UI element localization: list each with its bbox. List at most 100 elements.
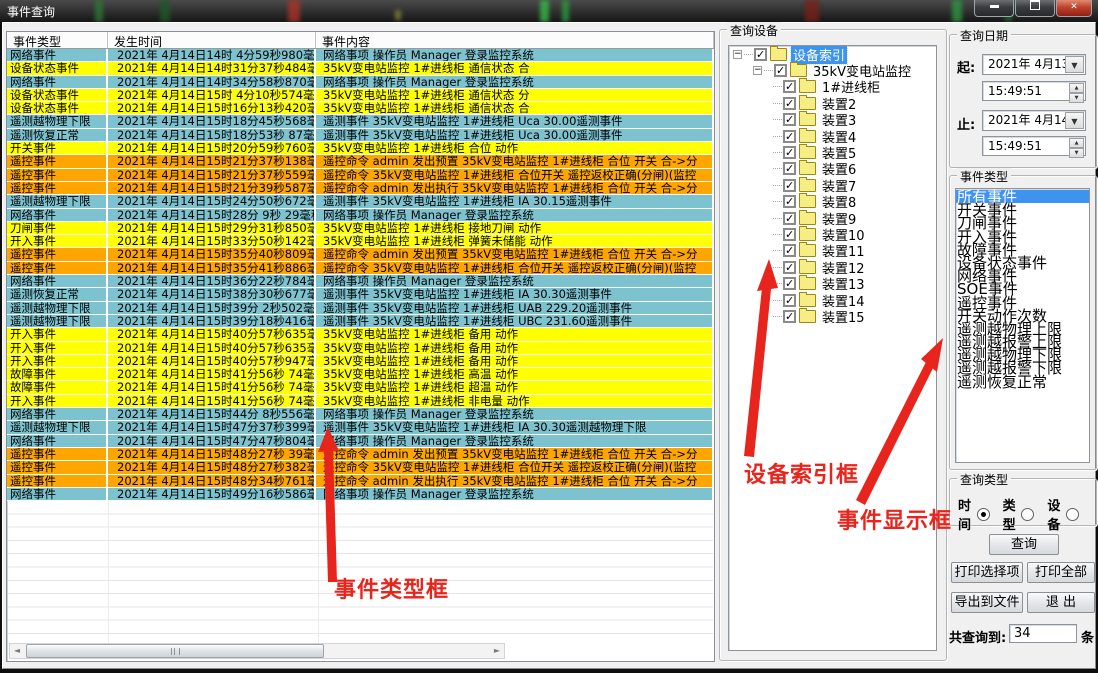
radio-circle-icon[interactable] — [977, 508, 990, 521]
tree-item[interactable]: ✓ 装置5 — [729, 144, 936, 160]
table-row[interactable]: 开入事件 2021年 4月14日15时40分57秒947毫秒 35kV变电站监控… — [7, 355, 714, 368]
dropdown-arrow-icon[interactable]: ▼ — [1065, 56, 1084, 73]
table-row[interactable]: 开入事件 2021年 4月14日15时41分56秒 74毫秒 35kV变电站监控… — [7, 395, 714, 408]
table-row[interactable]: 遥控事件 2021年 4月14日15时48分34秒761毫秒 遥控命令 admi… — [7, 475, 714, 488]
table-row[interactable]: 遥控事件 2021年 4月14日15时35分41秒886毫秒 遥控命令 35kV… — [7, 262, 714, 275]
tree-item[interactable]: − ✓ 35kV变电站监控 — [729, 62, 936, 78]
start-time-spinner[interactable]: 15:49:51 ▲▼ — [982, 81, 1086, 101]
end-time-spinner[interactable]: 15:49:51 ▲▼ — [982, 136, 1086, 156]
tree-item[interactable]: ✓ 装置15 — [729, 308, 936, 324]
table-row[interactable]: 网络事件 2021年 4月14日14时 4分59秒980毫秒 网络事项 操作员 … — [7, 49, 714, 62]
tree-item[interactable]: ✓ 装置11 — [729, 243, 936, 259]
table-row[interactable]: 网络事件 2021年 4月14日15时28分 9秒 29毫秒 网络事项 操作员 … — [7, 209, 714, 222]
table-row[interactable]: 网络事件 2021年 4月14日15时36分22秒784毫秒 网络事项 操作员 … — [7, 275, 714, 288]
table-row[interactable]: 网络事件 2021年 4月14日14时34分58秒870毫秒 网络事项 操作员 … — [7, 76, 714, 89]
tree-item[interactable]: ✓ 装置10 — [729, 226, 936, 242]
query-button[interactable]: 查询 — [989, 534, 1059, 555]
checkbox-checked-icon[interactable]: ✓ — [783, 310, 796, 323]
export-file-button[interactable]: 导出到文件 — [951, 592, 1023, 613]
table-row[interactable]: 刀闸事件 2021年 4月14日15时29分31秒850毫秒 35kV变电站监控… — [7, 222, 714, 235]
print-selected-button[interactable]: 打印选择项 — [951, 562, 1023, 583]
checkbox-checked-icon[interactable]: ✓ — [783, 294, 796, 307]
result-count-field[interactable]: 34 — [1009, 624, 1077, 643]
exit-button[interactable]: 退 出 — [1027, 592, 1095, 613]
checkbox-checked-icon[interactable]: ✓ — [783, 130, 796, 143]
table-row[interactable]: 遥测恢复正常 2021年 4月14日15时38分30秒677毫秒 遥测事件 35… — [7, 288, 714, 301]
spin-down-icon[interactable]: ▼ — [1069, 93, 1084, 103]
table-row[interactable]: 遥测越物理下限 2021年 4月14日15时24分50秒672毫秒 遥测事件 3… — [7, 195, 714, 208]
table-row[interactable]: 故障事件 2021年 4月14日15时41分56秒 74毫秒 35kV变电站监控… — [7, 368, 714, 381]
table-row[interactable]: 遥测越物理下限 2021年 4月14日15时39分18秒416毫秒 遥测事件 3… — [7, 315, 714, 328]
table-row[interactable]: 遥控事件 2021年 4月14日15时48分27秒 39毫秒 遥控命令 admi… — [7, 448, 714, 461]
start-date-picker[interactable]: 2021年 4月13日 ▼ — [982, 54, 1086, 75]
tree-item[interactable]: − ✓ 设备索引 — [729, 46, 936, 62]
end-date-picker[interactable]: 2021年 4月14日 ▼ — [982, 110, 1086, 131]
tree-item[interactable]: ✓ 装置8 — [729, 194, 936, 210]
table-row[interactable]: 遥控事件 2021年 4月14日15时48分27秒382毫秒 遥控命令 35kV… — [7, 461, 714, 474]
event-table[interactable]: 事件类型 发生时间 事件内容 网络事件 2021年 4月14日14时 4分59秒… — [6, 31, 715, 662]
titlebar[interactable]: 事件查询 ✕ — [0, 0, 1098, 22]
query-type-radio[interactable]: 时间 — [958, 495, 990, 533]
scrollbar-track[interactable] — [324, 644, 490, 658]
checkbox-checked-icon[interactable]: ✓ — [783, 228, 796, 241]
checkbox-checked-icon[interactable]: ✓ — [783, 80, 796, 93]
table-row[interactable]: 遥测越物理下限 2021年 4月14日15时39分 2秒502毫秒 遥测事件 3… — [7, 302, 714, 315]
tree-item[interactable]: ✓ 1#进线柜 — [729, 79, 936, 95]
table-row[interactable]: 遥控事件 2021年 4月14日15时21分37秒138毫秒 遥控命令 admi… — [7, 155, 714, 168]
query-type-radio[interactable]: 设备 — [1047, 495, 1079, 533]
tree-item[interactable]: ✓ 装置9 — [729, 210, 936, 226]
checkbox-checked-icon[interactable]: ✓ — [754, 48, 767, 61]
tree-item[interactable]: ✓ 装置6 — [729, 161, 936, 177]
table-row[interactable]: 开入事件 2021年 4月14日15时40分57秒635毫秒 35kV变电站监控… — [7, 342, 714, 355]
table-row[interactable]: 遥控事件 2021年 4月14日15时21分39秒587毫秒 遥控命令 admi… — [7, 182, 714, 195]
table-row[interactable]: 遥测恢复正常 2021年 4月14日15时18分53秒 87毫秒 遥测事件 35… — [7, 129, 714, 142]
checkbox-checked-icon[interactable]: ✓ — [783, 195, 796, 208]
tree-item[interactable]: ✓ 装置7 — [729, 177, 936, 193]
event-type-list[interactable]: 所有事件开关事件刀闸事件开入事件故障事件设备状态事件网络事件SOE事件遥控事件开… — [955, 188, 1090, 463]
scrollbar-thumb[interactable] — [26, 644, 324, 658]
checkbox-checked-icon[interactable]: ✓ — [783, 146, 796, 159]
event-type-list-item[interactable]: 遥测恢复正常 — [956, 375, 1089, 388]
table-row[interactable]: 开关事件 2021年 4月14日15时20分59秒760毫秒 35kV变电站监控… — [7, 142, 714, 155]
horizontal-scrollbar[interactable]: ◄ ► — [9, 643, 505, 659]
checkbox-checked-icon[interactable]: ✓ — [783, 277, 796, 290]
checkbox-checked-icon[interactable]: ✓ — [783, 179, 796, 192]
table-row[interactable]: 设备状态事件 2021年 4月14日14时31分37秒484毫秒 35kV变电站… — [7, 62, 714, 75]
minimize-button[interactable] — [974, 0, 1014, 17]
tree-item[interactable]: ✓ 装置12 — [729, 259, 936, 275]
checkbox-checked-icon[interactable]: ✓ — [783, 212, 796, 225]
checkbox-checked-icon[interactable]: ✓ — [783, 113, 796, 126]
tree-item[interactable]: ✓ 装置3 — [729, 112, 936, 128]
spin-up-icon[interactable]: ▲ — [1069, 83, 1084, 93]
device-tree[interactable]: − ✓ 设备索引 − ✓ 35kV变电站监控 ✓ 1#进线柜 ✓ 装置2 ✓ 装… — [728, 45, 937, 651]
scroll-left-arrow-icon[interactable]: ◄ — [10, 644, 24, 658]
tree-item[interactable]: ✓ 装置4 — [729, 128, 936, 144]
table-row[interactable]: 开入事件 2021年 4月14日15时40分57秒635毫秒 35kV变电站监控… — [7, 328, 714, 341]
tree-collapse-icon[interactable]: − — [733, 50, 742, 59]
table-row[interactable]: 遥测越物理下限 2021年 4月14日15时18分45秒568毫秒 遥测事件 3… — [7, 115, 714, 128]
tree-item[interactable]: ✓ 装置2 — [729, 95, 936, 111]
column-header-event-content[interactable]: 事件内容 — [316, 32, 714, 48]
checkbox-checked-icon[interactable]: ✓ — [783, 97, 796, 110]
radio-circle-icon[interactable] — [1066, 508, 1079, 521]
table-row[interactable]: 遥控事件 2021年 4月14日15时21分37秒559毫秒 遥控命令 35kV… — [7, 169, 714, 182]
table-row[interactable]: 网络事件 2021年 4月14日15时49分16秒586毫秒 网络事项 操作员 … — [7, 488, 714, 501]
checkbox-checked-icon[interactable]: ✓ — [774, 64, 787, 77]
scroll-right-arrow-icon[interactable]: ► — [490, 644, 504, 658]
tree-item[interactable]: ✓ 装置14 — [729, 292, 936, 308]
column-header-event-type[interactable]: 事件类型 — [7, 32, 108, 48]
close-button[interactable]: ✕ — [1056, 0, 1092, 17]
table-row[interactable]: 故障事件 2021年 4月14日15时41分56秒 74毫秒 35kV变电站监控… — [7, 381, 714, 394]
query-type-radio[interactable]: 类型 — [1003, 495, 1035, 533]
table-row[interactable]: 遥测越物理下限 2021年 4月14日15时47分37秒399毫秒 遥测事件 3… — [7, 421, 714, 434]
table-row[interactable]: 设备状态事件 2021年 4月14日15时16分13秒420毫秒 35kV变电站… — [7, 102, 714, 115]
print-all-button[interactable]: 打印全部 — [1027, 562, 1095, 583]
checkbox-checked-icon[interactable]: ✓ — [783, 261, 796, 274]
table-row[interactable]: 网络事件 2021年 4月14日15时44分 8秒556毫秒 网络事项 操作员 … — [7, 408, 714, 421]
column-header-event-time[interactable]: 发生时间 — [108, 32, 316, 48]
tree-item-label[interactable]: 装置15 — [820, 307, 867, 326]
spin-down-icon[interactable]: ▼ — [1069, 148, 1084, 158]
checkbox-checked-icon[interactable]: ✓ — [783, 162, 796, 175]
tree-collapse-icon[interactable]: − — [753, 66, 762, 75]
dropdown-arrow-icon[interactable]: ▼ — [1065, 112, 1084, 129]
